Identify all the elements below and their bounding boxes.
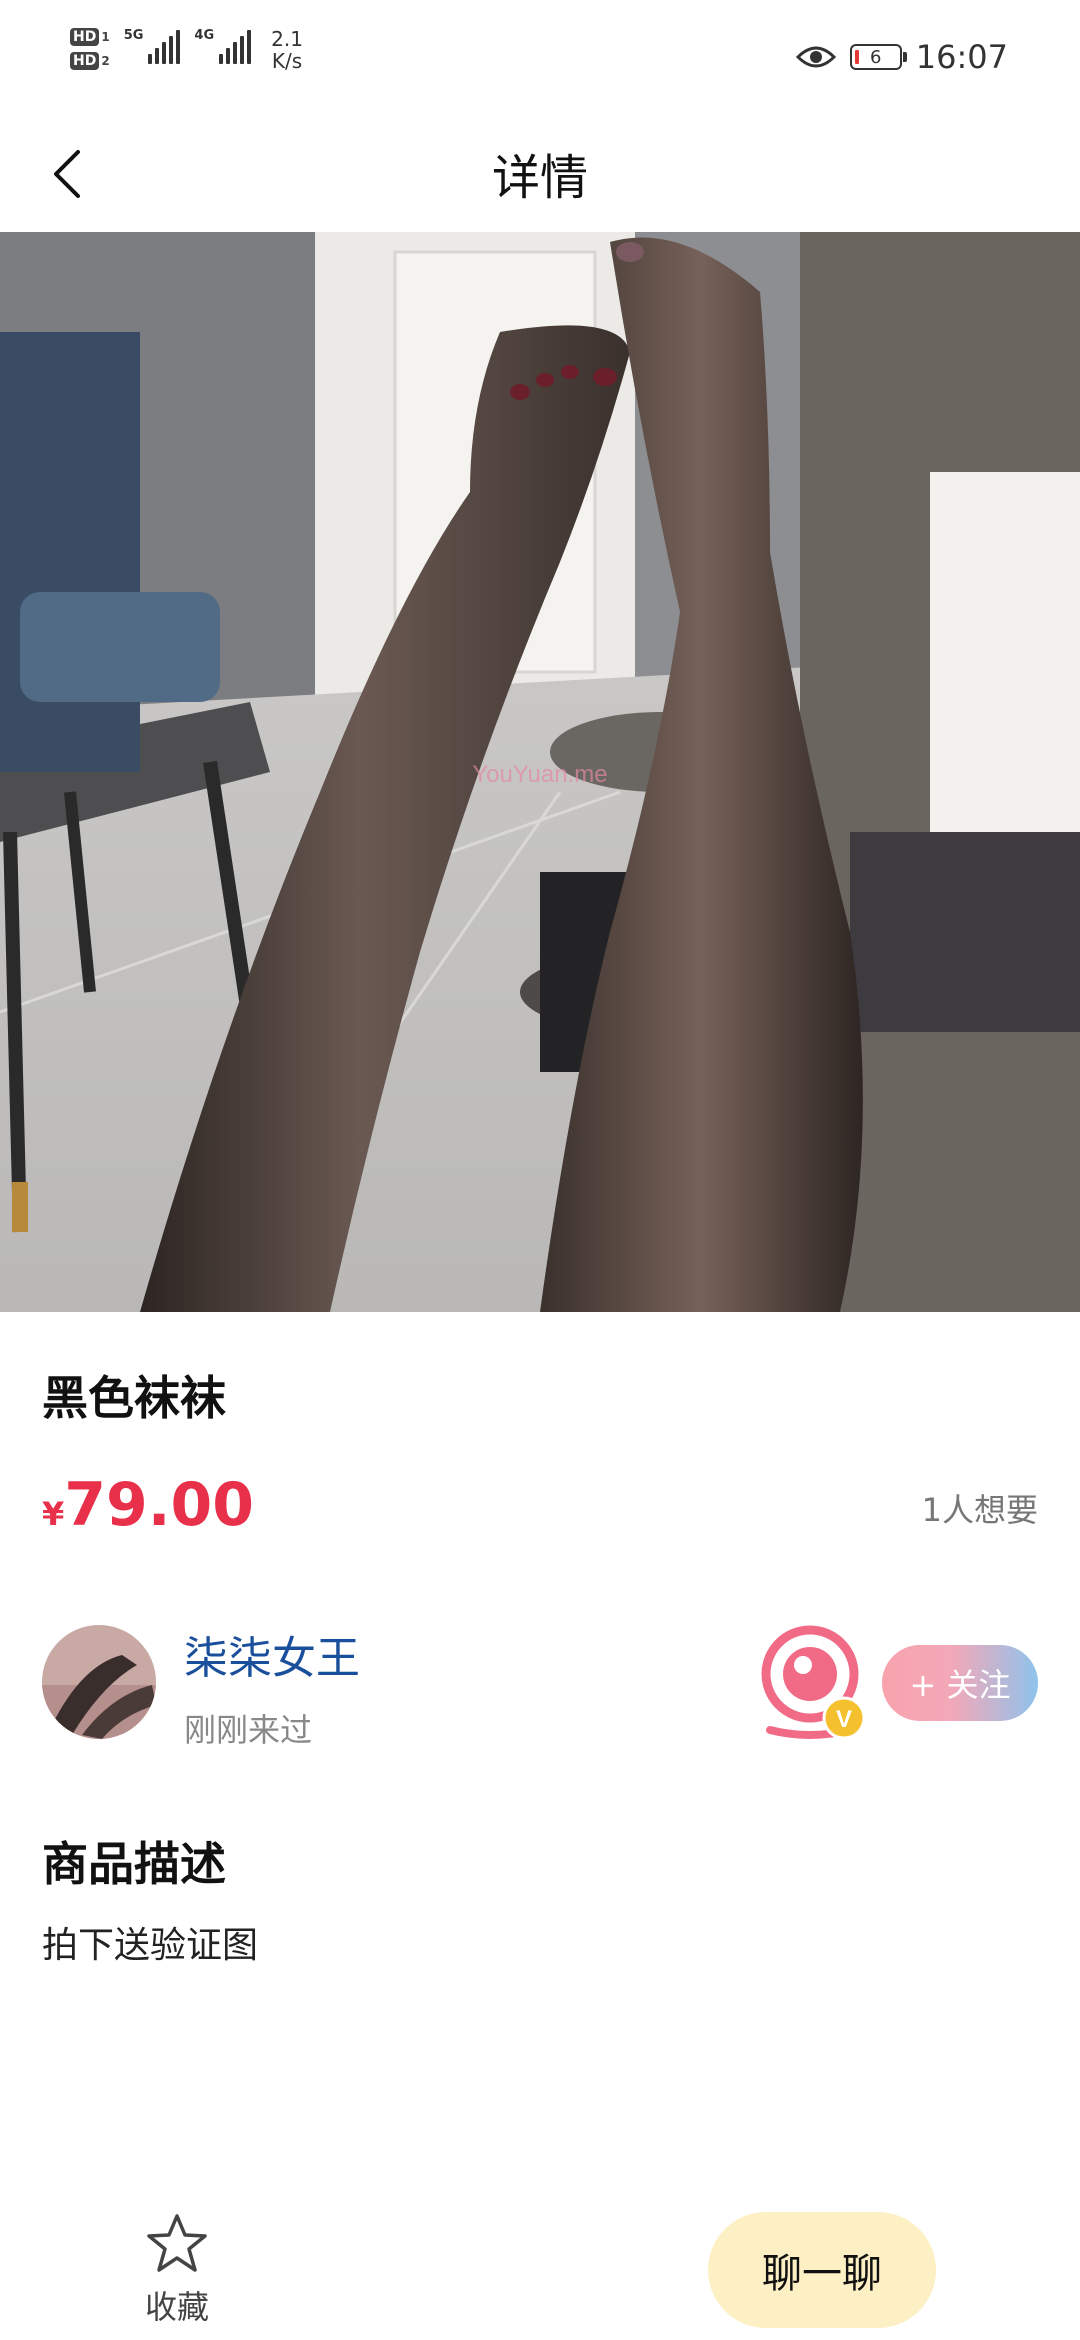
clock: 16:07: [915, 38, 1008, 76]
seller-name[interactable]: 柒柒女王: [184, 1622, 360, 1686]
star-icon: [147, 2214, 207, 2272]
favorite-label: 收藏: [144, 2288, 209, 2326]
seller-status: 刚刚来过: [184, 1711, 313, 1749]
header: 详情: [0, 120, 1080, 232]
avatar-image: [42, 1625, 156, 1739]
product-photo-image: YouYuan.me: [0, 232, 1080, 1312]
signal-5g-icon: 5G: [124, 28, 181, 64]
hd-badge-1: HD 1: [70, 28, 110, 46]
webcam-verified-icon[interactable]: V: [760, 1622, 870, 1742]
description-text: 拍下送验证图: [42, 1925, 259, 1966]
eye-icon: [795, 46, 836, 68]
hd-badge-2: HD 2: [70, 52, 110, 70]
page-title: 详情: [491, 150, 588, 206]
chat-button[interactable]: 聊一聊: [708, 2212, 936, 2328]
price-value: 79.00: [64, 1470, 255, 1540]
price: ¥79.00: [42, 1470, 254, 1540]
signal-4g-icon: 4G: [194, 28, 252, 64]
price-currency: ¥: [42, 1495, 65, 1533]
follow-button[interactable]: + 关注: [882, 1645, 1038, 1721]
photo-watermark: YouYuan.me: [472, 761, 607, 788]
status-left: HD 1 HD 2 5G 4G 2.1 K/s: [70, 28, 303, 72]
battery-icon: 6: [849, 44, 907, 70]
description-heading: 商品描述: [42, 1837, 226, 1891]
status-bar: HD 1 HD 2 5G 4G 2.1 K/s 6 16:07: [0, 0, 1080, 120]
status-right: 6 16:07: [795, 38, 1008, 76]
avatar[interactable]: [42, 1625, 156, 1739]
want-count: 1人想要: [921, 1491, 1038, 1529]
badge-letter: V: [836, 1706, 852, 1733]
favorite-button[interactable]: 收藏: [136, 2212, 218, 2328]
network-speed: 2.1 K/s: [271, 27, 303, 73]
product-title: 黑色袜袜: [42, 1371, 226, 1425]
product-photo[interactable]: YouYuan.me: [0, 232, 1080, 1312]
